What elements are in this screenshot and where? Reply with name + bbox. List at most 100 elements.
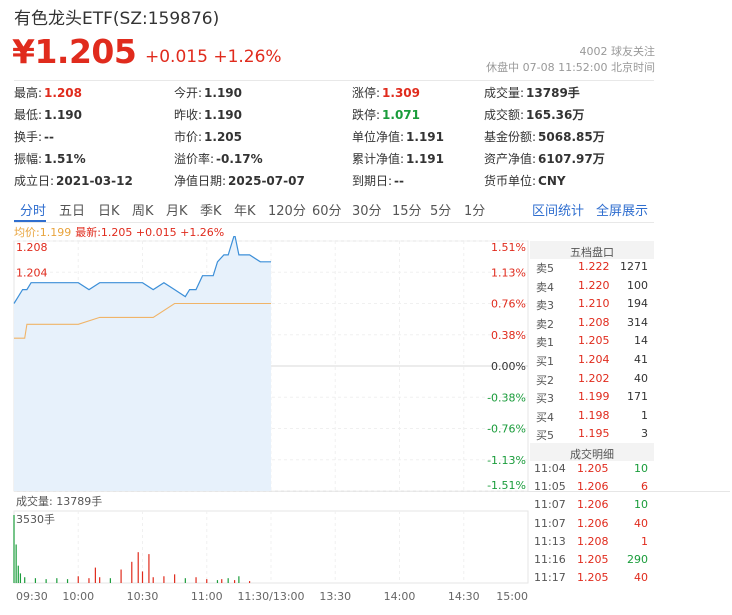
tab-3[interactable]: 周K bbox=[132, 200, 154, 219]
stat-value: 165.36万 bbox=[526, 108, 585, 122]
orderbook-qty: 40 bbox=[634, 371, 648, 385]
tab-1[interactable]: 五日 bbox=[59, 200, 85, 219]
stat-value: 2025-07-07 bbox=[228, 174, 305, 188]
tab-6[interactable]: 年K bbox=[234, 200, 256, 219]
tab-10[interactable]: 15分 bbox=[392, 200, 422, 219]
orderbook-qty: 100 bbox=[627, 278, 648, 292]
orderbook-level: 卖5 bbox=[536, 262, 554, 275]
time-tick-label: 15:00 bbox=[496, 590, 528, 603]
stat-label: 涨停: bbox=[352, 86, 381, 100]
stat-label: 成交额: bbox=[484, 108, 525, 122]
orderbook-row: 卖4 1.220 100 bbox=[530, 278, 654, 296]
trade-price: 1.205 bbox=[577, 571, 609, 585]
trade-price: 1.208 bbox=[577, 534, 609, 548]
stat-label: 净值日期: bbox=[174, 174, 227, 188]
stat-value: 13789手 bbox=[526, 86, 580, 100]
stat-cell: 溢价率: -0.17% bbox=[174, 150, 263, 167]
trade-time: 11:17 bbox=[534, 571, 566, 585]
tabs-divider bbox=[14, 222, 654, 223]
header-divider bbox=[14, 80, 654, 81]
orderbook-row: 买1 1.204 41 bbox=[530, 352, 654, 370]
stat-value: 1.190 bbox=[204, 86, 243, 100]
stat-row: 换手: -- 市价: 1.205 单位净值: 1.191 基金份额: 5068.85万 bbox=[14, 128, 654, 150]
stat-cell: 资产净值: 6107.97万 bbox=[484, 150, 605, 167]
follower-count[interactable]: 4002 球友关注 bbox=[580, 43, 656, 59]
orderbook-row: 买2 1.202 40 bbox=[530, 371, 654, 389]
time-tick-label: 14:00 bbox=[384, 590, 416, 603]
stat-value: 1.51% bbox=[44, 152, 86, 166]
orderbook-qty: 171 bbox=[627, 390, 648, 404]
orderbook-price: 1.199 bbox=[578, 390, 610, 404]
stat-value: 1.208 bbox=[44, 86, 83, 100]
stat-label: 单位净值: bbox=[352, 130, 405, 144]
stat-label: 振幅: bbox=[14, 152, 43, 166]
stat-value: 5068.85万 bbox=[538, 130, 605, 144]
stat-value: 1.190 bbox=[44, 108, 83, 122]
trade-row: 11:16 1.205 290 bbox=[530, 552, 654, 570]
stat-row: 最低: 1.190 昨收: 1.190 跌停: 1.071 成交额: 165.36万 bbox=[14, 106, 654, 128]
stat-value: -- bbox=[394, 174, 405, 188]
orderbook-qty: 14 bbox=[634, 334, 648, 348]
stat-cell: 累计净值: 1.191 bbox=[352, 150, 444, 167]
time-tick-label: 14:30 bbox=[448, 590, 480, 603]
stat-label: 换手: bbox=[14, 130, 43, 144]
stat-label: 资产净值: bbox=[484, 152, 537, 166]
stat-label: 最高: bbox=[14, 86, 43, 100]
trade-time: 11:04 bbox=[534, 462, 566, 475]
volume-max-label: 3530手 bbox=[16, 512, 55, 526]
trade-time: 11:07 bbox=[534, 498, 566, 512]
pct-tick-label: -0.38% bbox=[487, 391, 526, 404]
orderbook-row: 买5 1.195 3 bbox=[530, 426, 654, 444]
stat-cell: 基金份额: 5068.85万 bbox=[484, 128, 605, 145]
orderbook-price: 1.220 bbox=[578, 278, 610, 292]
trade-qty: 40 bbox=[634, 571, 648, 585]
stat-label: 跌停: bbox=[352, 108, 381, 122]
stat-cell: 换手: -- bbox=[14, 128, 54, 145]
trade-time: 11:07 bbox=[534, 516, 566, 530]
orderbook-qty: 1271 bbox=[620, 260, 648, 273]
stat-cell: 今开: 1.190 bbox=[174, 84, 242, 101]
stat-cell: 跌停: 1.071 bbox=[352, 106, 420, 123]
trade-row: 11:05 1.206 6 bbox=[530, 479, 654, 497]
time-tick-label: 10:00 bbox=[62, 590, 94, 603]
tab-12[interactable]: 1分 bbox=[464, 200, 485, 219]
trade-price: 1.206 bbox=[577, 480, 609, 494]
pct-tick-label: -0.76% bbox=[487, 423, 526, 436]
price-change: +0.015 +1.26% bbox=[145, 47, 282, 67]
trade-price: 1.205 bbox=[577, 462, 609, 475]
tab-2[interactable]: 日K bbox=[98, 200, 120, 219]
orderbook-qty: 41 bbox=[634, 353, 648, 366]
orderbook-row: 卖5 1.222 1271 bbox=[530, 259, 654, 277]
pct-tick-label: 1.13% bbox=[491, 266, 526, 279]
stat-label: 最低: bbox=[14, 108, 43, 122]
trades-header: 成交明细 bbox=[530, 443, 654, 461]
trade-qty: 10 bbox=[634, 462, 648, 475]
orderbook-price: 1.204 bbox=[578, 353, 610, 366]
orderbook-price: 1.202 bbox=[578, 371, 610, 385]
orderbook-row: 买4 1.198 1 bbox=[530, 408, 654, 426]
tab-5[interactable]: 季K bbox=[200, 200, 222, 219]
stat-value: 1.190 bbox=[204, 108, 243, 122]
tab-9[interactable]: 30分 bbox=[352, 200, 382, 219]
trade-price: 1.205 bbox=[577, 553, 609, 566]
tab-0[interactable]: 分时 bbox=[20, 200, 46, 219]
trade-qty: 10 bbox=[634, 498, 648, 512]
price-area bbox=[14, 236, 271, 491]
trade-qty: 1 bbox=[641, 534, 648, 548]
tab-11[interactable]: 5分 bbox=[430, 200, 451, 219]
fullscreen-link[interactable]: 全屏展示 bbox=[596, 200, 648, 219]
range-stats-link[interactable]: 区间统计 bbox=[532, 200, 584, 219]
stat-row: 振幅: 1.51% 溢价率: -0.17% 累计净值: 1.191 资产净值: 6107.97… bbox=[14, 150, 654, 172]
stat-label: 今开: bbox=[174, 86, 203, 100]
trade-qty: 6 bbox=[641, 480, 648, 494]
stat-cell: 昨收: 1.190 bbox=[174, 106, 242, 123]
pct-tick-label: 0.00% bbox=[491, 360, 526, 373]
tab-7[interactable]: 120分 bbox=[268, 200, 306, 219]
trade-time: 11:05 bbox=[534, 480, 566, 494]
pct-tick-label: 0.76% bbox=[491, 298, 526, 311]
tab-8[interactable]: 60分 bbox=[312, 200, 342, 219]
stat-label: 成立日: bbox=[14, 174, 55, 188]
stat-value: -- bbox=[44, 130, 55, 144]
tab-4[interactable]: 月K bbox=[166, 200, 188, 219]
stat-label: 累计净值: bbox=[352, 152, 405, 166]
